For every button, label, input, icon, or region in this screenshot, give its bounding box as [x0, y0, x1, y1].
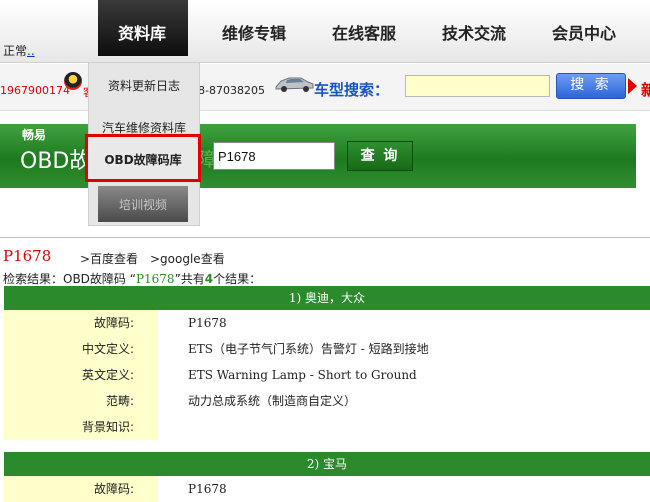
- car-search-input[interactable]: [405, 75, 550, 97]
- google-link[interactable]: >google查看: [150, 250, 225, 267]
- row-label: 故障码:: [4, 310, 158, 336]
- row-value: P1678: [188, 316, 227, 330]
- dropdown-item-update-log[interactable]: 资料更新日志: [89, 77, 199, 94]
- phone-number-right: 8-87038205: [198, 84, 265, 97]
- result-summary: 检索结果：OBD故障码 “P1678”共有4个结果：: [3, 270, 261, 287]
- summary-prefix: 检索结果：OBD故障码 “: [3, 272, 136, 286]
- table-row: 中文定义: ETS（电子节气门系统）告警灯 - 短路到接地: [4, 336, 650, 362]
- result-code-title: P1678: [3, 247, 52, 265]
- nav-item-repair-album[interactable]: 维修专辑: [222, 20, 286, 44]
- row-label: 范畴:: [4, 388, 158, 414]
- result-section-1: 1) 奥迪，大众 故障码: P1678 中文定义: ETS（电子节气门系统）告警…: [4, 286, 650, 440]
- dropdown-item-obd-codes[interactable]: OBD故障码库: [85, 134, 201, 182]
- status-label: 正常: [3, 44, 28, 58]
- nav-item-member-center[interactable]: 会员中心: [552, 20, 616, 44]
- result-section-2: 2) 宝马 故障码: P1678: [4, 452, 650, 502]
- table-row: 英文定义: ETS Warning Lamp - Short to Ground: [4, 362, 650, 388]
- divider: [0, 237, 650, 238]
- row-value: ETS Warning Lamp - Short to Ground: [188, 368, 417, 382]
- row-label: 英文定义:: [4, 362, 158, 388]
- status-text: 正常..: [3, 42, 35, 59]
- query-button[interactable]: 查 询: [347, 141, 413, 171]
- banner-title: OBD故: [20, 149, 92, 174]
- row-label: 中文定义:: [4, 336, 158, 362]
- car-search-label: 车型搜索：: [314, 81, 390, 99]
- dropdown-item-training-video[interactable]: 培训视频: [98, 186, 188, 222]
- nav-item-library[interactable]: 资料库: [98, 0, 188, 56]
- phone-number-left: 1967900174: [0, 84, 70, 97]
- row-value: 动力总成系统（制造商自定义）: [188, 394, 357, 408]
- summary-suffix: 个结果：: [213, 272, 262, 286]
- nav-item-online-service[interactable]: 在线客服: [332, 20, 396, 44]
- qq-icon[interactable]: [64, 72, 82, 90]
- search-button[interactable]: 搜 索: [556, 73, 626, 99]
- table-row: 故障码: P1678: [4, 310, 650, 336]
- table-row: 背景知识:: [4, 414, 650, 440]
- status-link[interactable]: ..: [27, 44, 35, 58]
- dropdown-item-label: 培训视频: [118, 198, 167, 212]
- top-navigation: 资料库 维修专辑 在线客服 技术交流 会员中心 正常..: [0, 0, 650, 63]
- result-section-header: 1) 奥迪，大众: [4, 286, 650, 310]
- nav-item-tech-exchange[interactable]: 技术交流: [442, 20, 506, 44]
- partial-text: 新: [641, 81, 650, 99]
- dropdown-item-label: OBD故障码库: [104, 153, 182, 167]
- summary-count: 4: [204, 272, 214, 286]
- row-label: 背景知识:: [4, 414, 158, 440]
- banner-brand: 畅易: [22, 128, 47, 142]
- summary-mid: ”共有: [174, 272, 205, 286]
- car-icon: [275, 77, 314, 92]
- row-value: ETS（电子节气门系统）告警灯 - 短路到接地: [188, 342, 429, 356]
- obd-code-input[interactable]: [213, 142, 335, 170]
- nav-item-label: 资料库: [118, 24, 167, 43]
- arrow-right-icon: [628, 78, 637, 94]
- summary-code: P1678: [135, 272, 175, 286]
- row-value: P1678: [188, 482, 227, 496]
- row-label: 故障码:: [4, 476, 158, 502]
- table-row: 故障码: P1678: [4, 476, 650, 502]
- table-row: 范畴: 动力总成系统（制造商自定义）: [4, 388, 650, 414]
- baidu-link[interactable]: >百度查看: [80, 250, 138, 267]
- result-section-header: 2) 宝马: [4, 452, 650, 476]
